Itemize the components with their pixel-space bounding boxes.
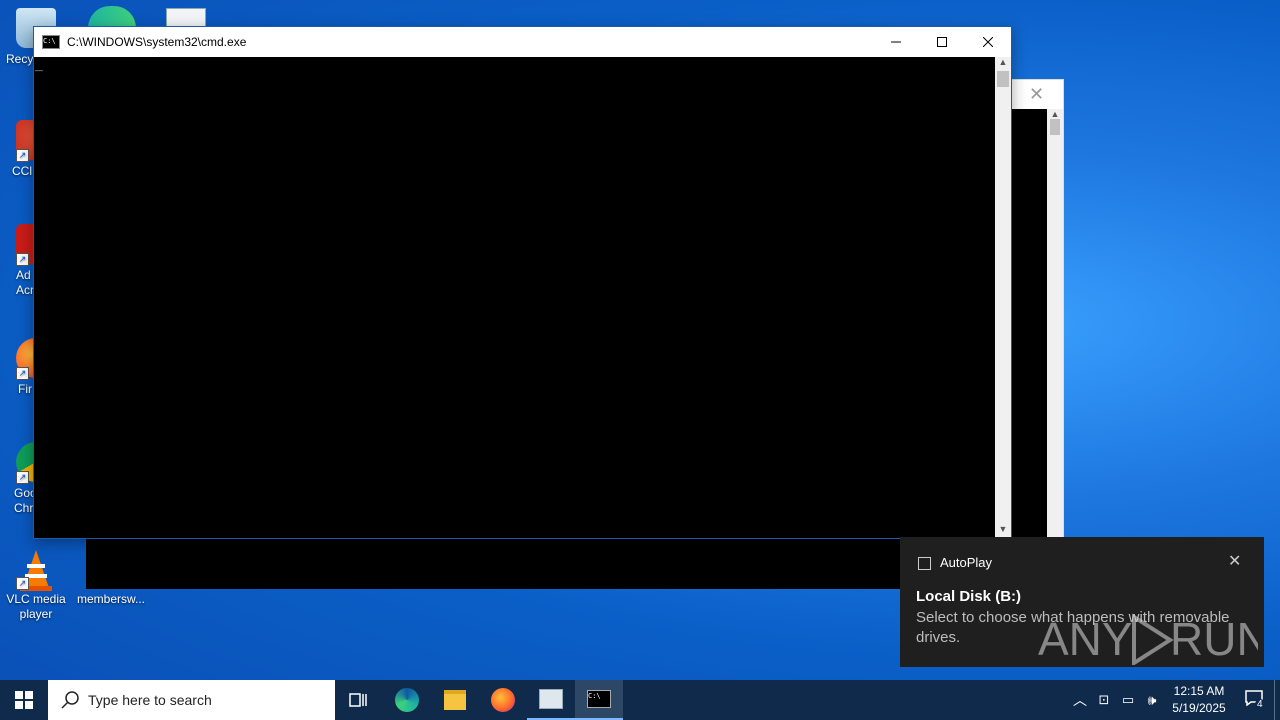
taskbar-cmd[interactable]: C:\ — [575, 680, 623, 720]
desktop-icon-label: VLC media player — [6, 592, 66, 621]
watermark-logo: ANY RUN — [1038, 609, 1270, 667]
minimize-button[interactable] — [873, 27, 919, 57]
console-output[interactable]: _ — [34, 57, 995, 538]
close-icon[interactable]: ✕ — [1029, 84, 1044, 105]
notification-heading: Local Disk (B:) — [916, 588, 1022, 605]
minimize-icon — [891, 41, 901, 43]
clock-date: 5/19/2025 — [1172, 701, 1226, 715]
vlc-cone-icon: ↗ — [16, 548, 56, 591]
windows-logo-icon — [15, 691, 33, 709]
text-cursor: _ — [35, 57, 43, 72]
task-view-button[interactable] — [335, 680, 383, 720]
shortcut-arrow-icon: ↗ — [16, 253, 29, 266]
close-button[interactable] — [965, 27, 1011, 57]
scroll-down-icon[interactable]: ▼ — [995, 524, 1011, 538]
desktop-icon-label: membersw... — [76, 592, 145, 606]
shortcut-arrow-icon: ↗ — [16, 367, 29, 380]
clock[interactable]: 12:15 AM 5/19/2025 — [1164, 683, 1234, 717]
edge-icon — [395, 688, 419, 712]
maximize-icon — [937, 37, 947, 47]
task-view-icon — [349, 693, 367, 707]
scroll-up-icon[interactable]: ▲ — [995, 57, 1011, 71]
tray-app-icon[interactable]: ⊡ — [1092, 692, 1116, 708]
shortcut-arrow-icon: ↗ — [16, 577, 29, 590]
taskbar-edge[interactable] — [383, 680, 431, 720]
system-tray: ︿ ⊡ ▭ 🕪 12:15 AM 5/19/2025 4 — [1068, 680, 1280, 720]
scroll-thumb[interactable] — [1050, 119, 1060, 135]
start-button[interactable] — [0, 680, 48, 720]
svg-text:ANY: ANY — [1038, 613, 1133, 665]
clock-time: 12:15 AM — [1173, 684, 1225, 698]
title-bar[interactable]: C:\ C:\WINDOWS\system32\cmd.exe — [34, 27, 1011, 57]
search-placeholder: Type here to search — [88, 692, 212, 708]
scroll-up-icon[interactable]: ▲ — [1047, 109, 1063, 119]
network-icon[interactable]: ▭ — [1116, 692, 1140, 708]
close-icon — [983, 37, 993, 47]
background-scrollbar[interactable]: ▲ — [1047, 109, 1063, 538]
svg-text:RUN: RUN — [1170, 613, 1258, 665]
cmd-window[interactable]: C:\ C:\WINDOWS\system32\cmd.exe _ ▲ ▼ — [33, 26, 1012, 539]
autoplay-icon — [918, 557, 931, 570]
shortcut-arrow-icon: ↗ — [16, 149, 29, 162]
scroll-thumb[interactable] — [997, 71, 1009, 87]
desktop-icon-vlc[interactable]: ↗ VLC media player — [0, 548, 72, 622]
notification-count-badge: 4 — [1255, 698, 1265, 710]
taskbar-file-explorer[interactable] — [431, 680, 479, 720]
notification-app-name: AutoPlay — [940, 555, 993, 570]
vertical-scrollbar[interactable]: ▲ ▼ — [995, 57, 1011, 538]
autoplay-notification[interactable]: AutoPlay ✕ Local Disk (B:) Select to cho… — [900, 537, 1270, 667]
show-desktop-button[interactable] — [1274, 680, 1280, 720]
folder-icon — [444, 690, 466, 710]
cmd-icon: C:\ — [587, 690, 611, 708]
taskbar-firefox[interactable] — [479, 680, 527, 720]
search-icon — [61, 691, 79, 709]
taskbar-search-box[interactable]: Type here to search — [48, 680, 335, 720]
background-console-area — [1011, 109, 1047, 538]
dismiss-button[interactable]: ✕ — [1228, 551, 1241, 571]
edge-desktop-icon[interactable] — [88, 6, 136, 28]
taskbar-app[interactable] — [527, 680, 575, 720]
window-app-icon — [539, 689, 563, 709]
show-hidden-icons-chevron-up-icon[interactable]: ︿ — [1068, 690, 1092, 710]
console-overflow-panel — [86, 538, 900, 589]
volume-icon[interactable]: 🕪 — [1140, 692, 1164, 709]
console-app-icon: C:\ — [42, 35, 60, 49]
action-center-button[interactable]: 4 — [1234, 689, 1274, 711]
maximize-button[interactable] — [919, 27, 965, 57]
window-title: C:\WINDOWS\system32\cmd.exe — [67, 35, 247, 49]
firefox-icon — [491, 688, 515, 712]
taskbar: Type here to search C:\ ︿ ⊡ ▭ 🕪 12:15 AM… — [0, 680, 1280, 720]
shortcut-arrow-icon: ↗ — [16, 471, 29, 484]
